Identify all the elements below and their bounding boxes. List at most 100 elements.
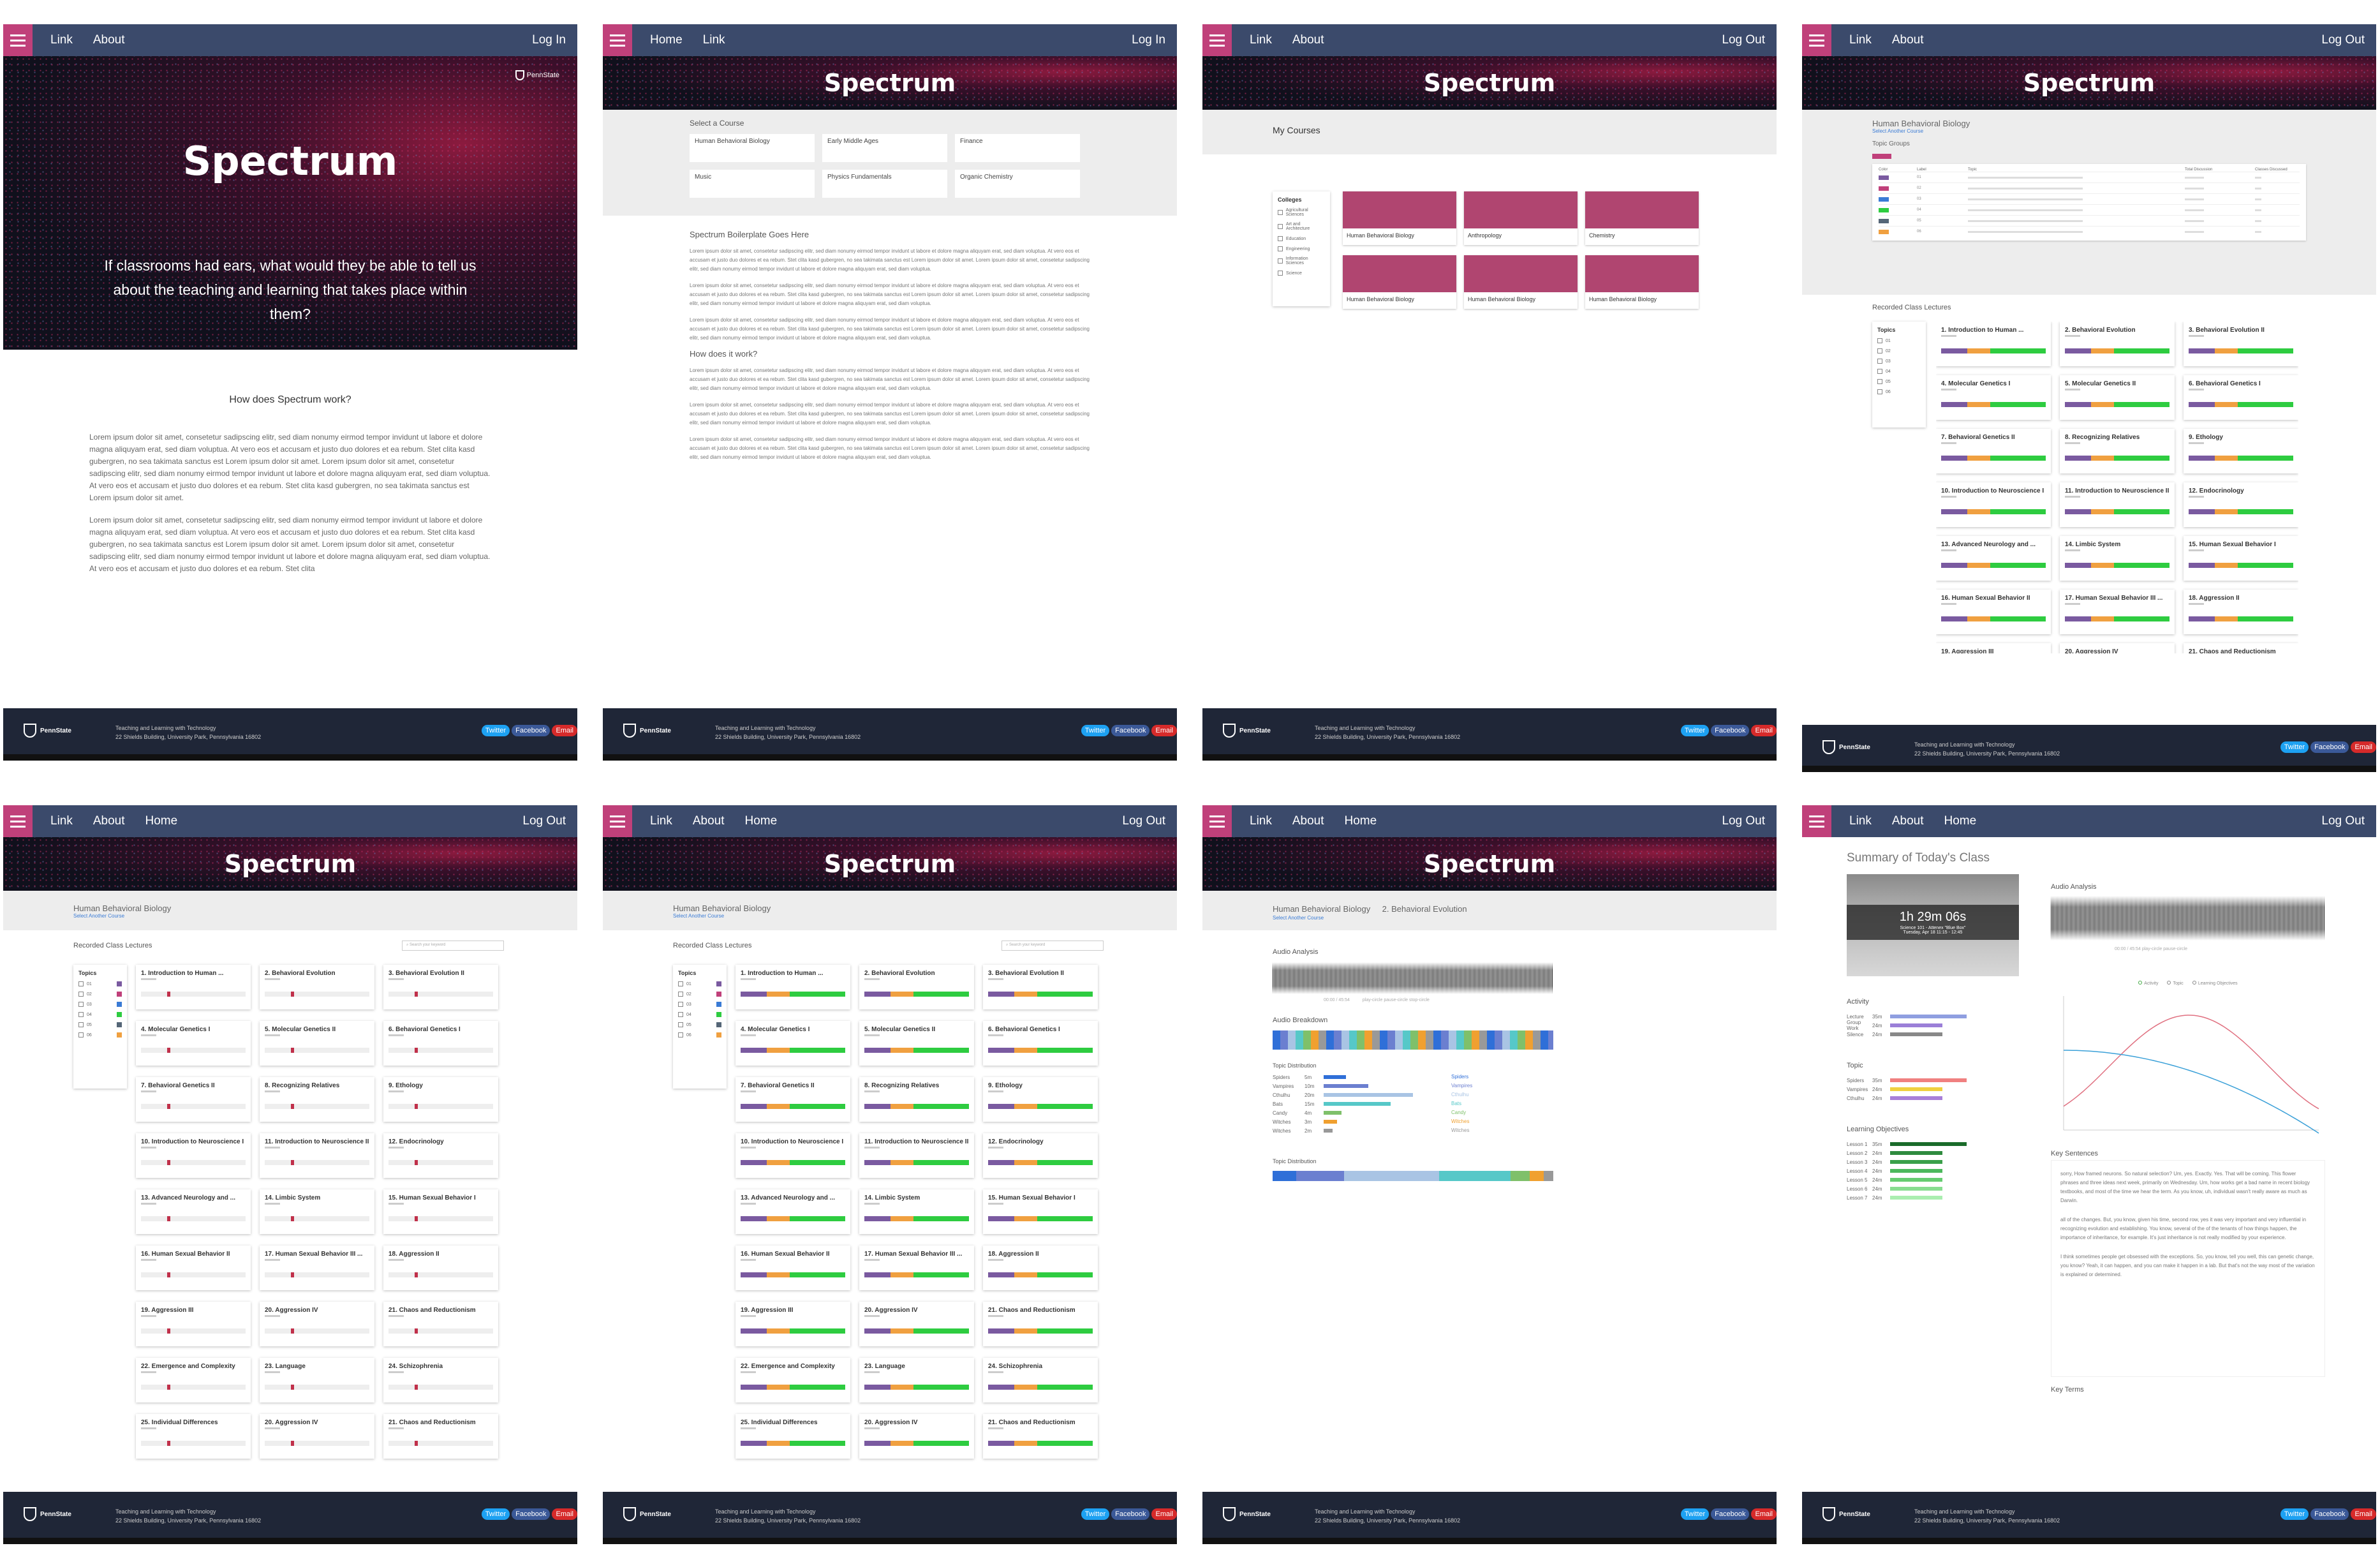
select-another-course-link[interactable]: Select Another Course: [1872, 128, 2376, 134]
twitter-icon[interactable]: Twitter: [1081, 1508, 1110, 1520]
lecture-card[interactable]: 18. Aggression II: [383, 1246, 498, 1290]
nav-about[interactable]: About: [1892, 33, 1924, 47]
lecture-card[interactable]: 8. Recognizing Relatives: [2060, 429, 2175, 473]
twitter-icon[interactable]: Twitter: [1680, 1508, 1710, 1520]
checkbox[interactable]: [78, 1012, 84, 1017]
twitter-icon[interactable]: Twitter: [2280, 741, 2309, 753]
email-icon[interactable]: Email: [1151, 725, 1177, 736]
email-icon[interactable]: Email: [552, 725, 577, 736]
lecture-card[interactable]: 2. Behavioral Evolution: [859, 965, 974, 1009]
menu-icon[interactable]: [603, 24, 632, 56]
select-another-course-link[interactable]: Select Another Course: [73, 913, 577, 919]
lecture-card[interactable]: 13. Advanced Neurology and ...: [735, 1189, 850, 1234]
topic-filter-option[interactable]: 02: [1877, 348, 1921, 353]
topic-filter-option[interactable]: 02: [678, 992, 721, 997]
lecture-card[interactable]: 21. Chaos and Reductionism: [2184, 643, 2298, 653]
course-option[interactable]: Early Middle Ages: [822, 134, 947, 162]
topic-filter-option[interactable]: 06: [1877, 389, 1921, 394]
lecture-card[interactable]: 17. Human Sexual Behavior III ...: [2060, 590, 2175, 634]
lecture-card[interactable]: 19. Aggression III: [136, 1302, 251, 1346]
legend-item[interactable]: Activity: [2138, 981, 2158, 986]
my-course-card[interactable]: Anthropology: [1464, 191, 1578, 245]
lecture-card[interactable]: 12. Endocrinology: [2184, 482, 2298, 527]
lecture-card[interactable]: 4. Molecular Genetics I: [735, 1021, 850, 1066]
twitter-icon[interactable]: Twitter: [2280, 1508, 2309, 1520]
lecture-card[interactable]: 16. Human Sexual Behavior II: [735, 1246, 850, 1290]
lecture-card[interactable]: 24. Schizophrenia: [983, 1358, 1098, 1402]
checkbox[interactable]: [1877, 369, 1882, 374]
nav-about[interactable]: About: [1292, 814, 1324, 828]
lecture-card[interactable]: 8. Recognizing Relatives: [260, 1077, 374, 1122]
topic-filter-option[interactable]: 05: [1877, 379, 1921, 384]
lecture-card[interactable]: 6. Behavioral Genetics I: [383, 1021, 498, 1066]
lecture-card[interactable]: 5. Molecular Genetics II: [859, 1021, 974, 1066]
logout-button[interactable]: Log Out: [1122, 814, 1165, 828]
twitter-icon[interactable]: Twitter: [1680, 725, 1710, 736]
college-filter-option[interactable]: Information Sciences: [1278, 257, 1325, 265]
my-course-card[interactable]: Human Behavioral Biology: [1343, 255, 1456, 309]
audio-controls[interactable]: 00:00 / 45:54 play-circle pause-circle: [2115, 947, 2325, 951]
lecture-card[interactable]: 11. Introduction to Neuroscience II: [2060, 482, 2175, 527]
checkbox[interactable]: [1877, 379, 1882, 384]
topic-filter-option[interactable]: 03: [1877, 359, 1921, 364]
lecture-card[interactable]: 7. Behavioral Genetics II: [1936, 429, 2051, 473]
lecture-card[interactable]: 15. Human Sexual Behavior I: [2184, 536, 2298, 581]
logout-button[interactable]: Log Out: [2321, 814, 2365, 828]
lecture-card[interactable]: 3. Behavioral Evolution II: [2184, 322, 2298, 366]
checkbox[interactable]: [678, 1032, 683, 1038]
nav-link[interactable]: Link: [50, 814, 73, 828]
lecture-card[interactable]: 21. Chaos and Reductionism: [983, 1302, 1098, 1346]
lecture-card[interactable]: 4. Molecular Genetics I: [1936, 375, 2051, 420]
facebook-icon[interactable]: Facebook: [512, 1508, 551, 1520]
my-course-card[interactable]: Human Behavioral Biology: [1343, 191, 1456, 245]
lecture-card[interactable]: 9. Ethology: [2184, 429, 2298, 473]
menu-icon[interactable]: [603, 805, 632, 837]
facebook-icon[interactable]: Facebook: [2310, 741, 2349, 753]
checkbox[interactable]: [1877, 359, 1882, 364]
email-icon[interactable]: Email: [2351, 1508, 2376, 1520]
menu-icon[interactable]: [1202, 805, 1232, 837]
my-course-card[interactable]: Human Behavioral Biology: [1585, 255, 1699, 309]
lecture-card[interactable]: 5. Molecular Genetics II: [2060, 375, 2175, 420]
menu-icon[interactable]: [1802, 24, 1831, 56]
lecture-card[interactable]: 25. Individual Differences: [136, 1414, 251, 1459]
lecture-card[interactable]: 20. Aggression IV: [859, 1414, 974, 1459]
email-icon[interactable]: Email: [1751, 1508, 1777, 1520]
select-another-course-link[interactable]: Select Another Course: [673, 913, 1177, 919]
lecture-card[interactable]: 5. Molecular Genetics II: [260, 1021, 374, 1066]
lecture-card[interactable]: 2. Behavioral Evolution: [2060, 322, 2175, 366]
checkbox[interactable]: [678, 1022, 683, 1027]
lecture-card[interactable]: 11. Introduction to Neuroscience II: [859, 1133, 974, 1178]
nav-about[interactable]: About: [693, 814, 725, 828]
lecture-card[interactable]: 24. Schizophrenia: [383, 1358, 498, 1402]
lecture-card[interactable]: 11. Introduction to Neuroscience II: [260, 1133, 374, 1178]
topic-filter-option[interactable]: 04: [1877, 369, 1921, 374]
facebook-icon[interactable]: Facebook: [1711, 725, 1750, 736]
lecture-card[interactable]: 17. Human Sexual Behavior III ...: [260, 1246, 374, 1290]
facebook-icon[interactable]: Facebook: [2310, 1508, 2349, 1520]
nav-link[interactable]: Link: [650, 814, 672, 828]
topic-filter-option[interactable]: 01: [78, 981, 122, 986]
twitter-icon[interactable]: Twitter: [1081, 725, 1110, 736]
lecture-card[interactable]: 20. Aggression IV: [2060, 643, 2175, 653]
customize-button[interactable]: [1872, 154, 1891, 159]
email-icon[interactable]: Email: [2351, 741, 2376, 753]
lecture-card[interactable]: 7. Behavioral Genetics II: [735, 1077, 850, 1122]
facebook-icon[interactable]: Facebook: [512, 725, 551, 736]
search-input[interactable]: ⌕ Search your keyword: [1002, 941, 1104, 951]
nav-link[interactable]: Link: [1849, 33, 1872, 47]
checkbox[interactable]: [678, 981, 683, 986]
lecture-card[interactable]: 14. Limbic System: [260, 1189, 374, 1234]
menu-icon[interactable]: [1802, 805, 1831, 837]
nav-link[interactable]: Link: [50, 33, 73, 47]
lecture-card[interactable]: 1. Introduction to Human ...: [735, 965, 850, 1009]
college-filter-option[interactable]: Art and Architecture: [1278, 222, 1325, 231]
twitter-icon[interactable]: Twitter: [481, 725, 510, 736]
legend-item[interactable]: Topic: [2167, 981, 2184, 986]
lecture-card[interactable]: 3. Behavioral Evolution II: [383, 965, 498, 1009]
lecture-card[interactable]: 20. Aggression IV: [260, 1302, 374, 1346]
facebook-icon[interactable]: Facebook: [1711, 1508, 1750, 1520]
nav-about[interactable]: About: [1892, 814, 1924, 828]
lecture-card[interactable]: 1. Introduction to Human ...: [136, 965, 251, 1009]
nav-about[interactable]: About: [1292, 33, 1324, 47]
